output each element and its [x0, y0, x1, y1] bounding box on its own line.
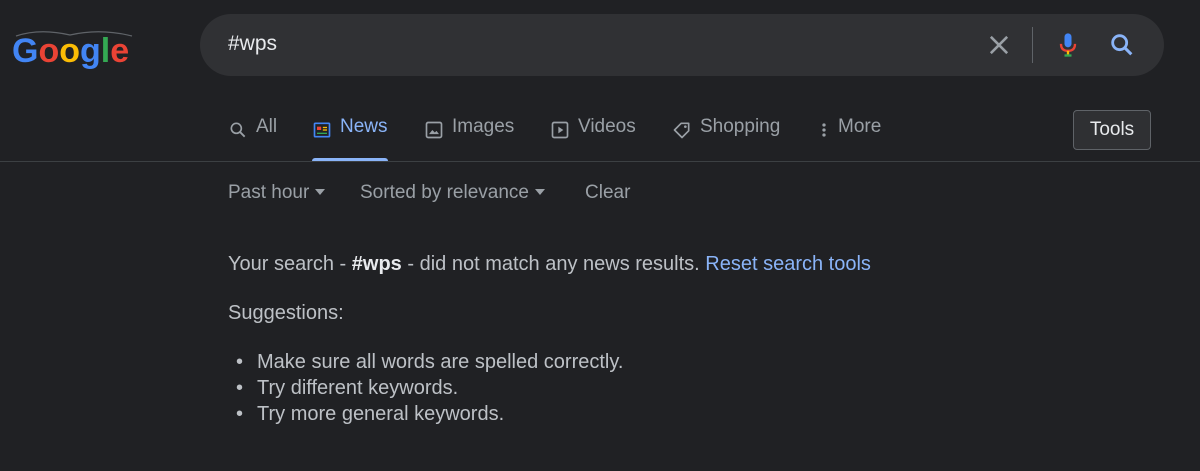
tab-label: News — [340, 116, 388, 137]
tab-label: Shopping — [700, 116, 781, 137]
no-results-message: Your search - #wps - did not match any n… — [228, 253, 871, 276]
caret-down-icon — [315, 189, 326, 195]
list-item: Try different keywords. — [228, 375, 623, 401]
message-prefix: Your search - — [228, 253, 352, 275]
reset-search-tools-link[interactable]: Reset search tools — [705, 253, 871, 275]
search-input[interactable]: #wps — [228, 32, 277, 56]
clear-filters-link[interactable]: Clear — [585, 182, 630, 204]
suggestions-title: Suggestions: — [228, 302, 344, 324]
tab-videos[interactable]: Videos — [550, 116, 636, 162]
svg-text:Google: Google — [12, 32, 129, 70]
sort-label: Sorted by relevance — [360, 182, 529, 203]
message-suffix: - did not match any news results. — [401, 253, 706, 275]
tab-label: All — [256, 116, 278, 137]
google-logo[interactable]: Google — [10, 26, 138, 70]
tools-button[interactable]: Tools — [1073, 110, 1151, 150]
divider — [0, 161, 1200, 162]
search-bar: #wps — [200, 14, 1164, 76]
search-icon[interactable] — [1108, 31, 1136, 59]
caret-down-icon — [535, 189, 545, 195]
tab-news[interactable]: News — [312, 116, 388, 162]
list-item: Make sure all words are spelled correctl… — [228, 349, 623, 375]
image-icon — [425, 121, 443, 139]
message-query: #wps — [351, 253, 402, 275]
sort-dropdown[interactable]: Sorted by relevance — [360, 182, 545, 204]
tab-label: More — [838, 116, 882, 137]
tab-all[interactable]: All — [228, 116, 277, 162]
news-icon — [313, 122, 331, 138]
search-divider — [1032, 27, 1033, 63]
more-vertical-icon — [822, 123, 826, 137]
search-icon — [230, 122, 246, 138]
tab-images[interactable]: Images — [424, 116, 514, 162]
suggestions-list: Make sure all words are spelled correctl… — [228, 349, 623, 427]
video-icon — [551, 121, 569, 139]
microphone-icon[interactable] — [1054, 31, 1082, 59]
list-item: Try more general keywords. — [228, 401, 623, 427]
tab-label: Videos — [578, 116, 636, 137]
tab-shopping[interactable]: Shopping — [672, 116, 780, 162]
tab-more[interactable]: More — [818, 116, 881, 162]
tag-icon — [673, 122, 690, 139]
time-filter-dropdown[interactable]: Past hour — [228, 182, 326, 204]
clear-icon[interactable] — [985, 31, 1013, 59]
time-filter-label: Past hour — [228, 182, 310, 203]
tab-label: Images — [452, 116, 515, 137]
